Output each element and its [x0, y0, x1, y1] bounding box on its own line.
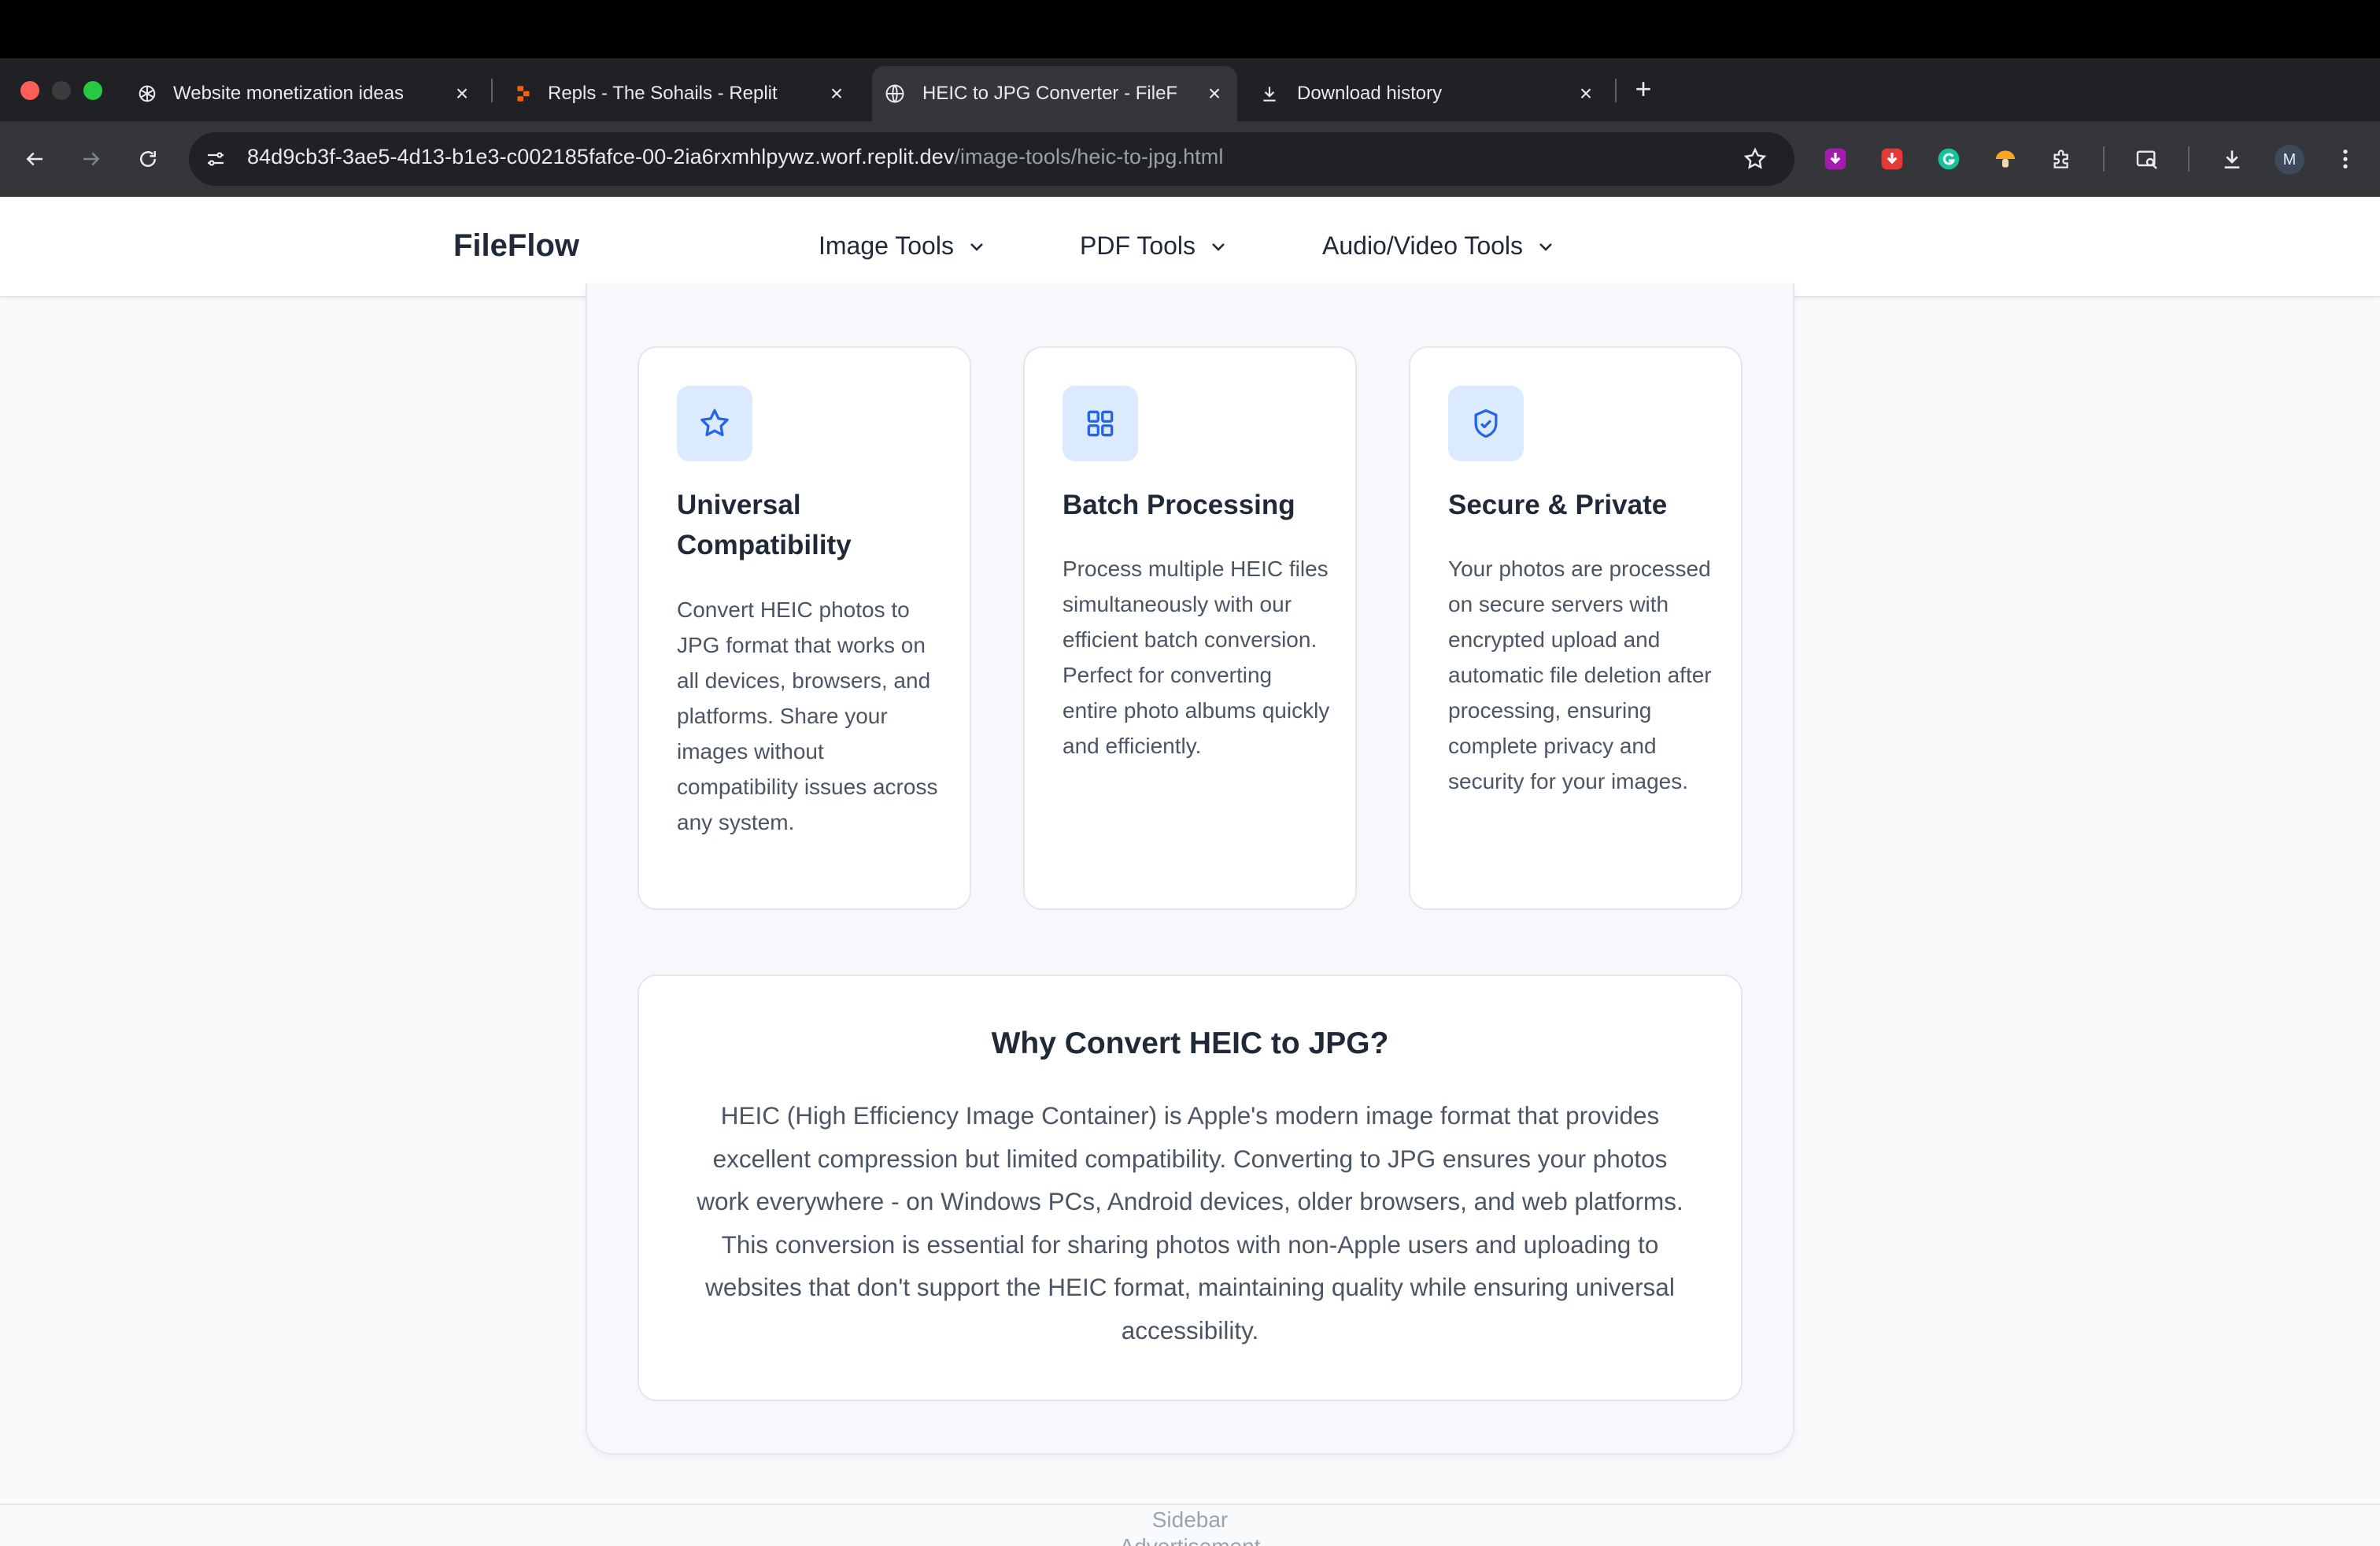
tab-title: Website monetization ideas	[173, 83, 405, 104]
tab-divider	[1615, 79, 1617, 102]
tab-download-history[interactable]: Download history ×	[1248, 66, 1610, 121]
tab-close-icon[interactable]: ×	[1574, 81, 1598, 105]
bookmark-star-icon[interactable]	[1739, 143, 1771, 175]
feature-card-secure: Secure & Private Your photos are process…	[1409, 346, 1743, 910]
back-button[interactable]	[17, 142, 52, 176]
toolbar-divider	[2103, 146, 2105, 172]
shield-check-icon	[1448, 386, 1524, 461]
profile-avatar[interactable]: M	[2275, 145, 2304, 175]
save-extension-icon[interactable]	[1876, 143, 1908, 175]
tab-title: Download history	[1297, 83, 1443, 104]
feature-description: Process multiple HEIC files simultaneous…	[1062, 557, 1330, 758]
tab-close-icon[interactable]: ×	[1203, 81, 1226, 105]
feature-description: Convert HEIC photos to JPG format that w…	[677, 597, 938, 834]
chevron-down-icon	[1208, 236, 1229, 257]
url-text[interactable]: 84d9cb3f-3ae5-4d13-b1e3-c002185fafce-00-…	[247, 145, 1223, 169]
tab-replit[interactable]: Repls - The Sohails - Replit ×	[501, 66, 863, 121]
window-close-button[interactable]	[20, 81, 39, 100]
globe-icon	[883, 82, 907, 105]
feature-title: Batch Processing	[1062, 490, 1295, 520]
new-tab-button[interactable]: +	[1629, 75, 1658, 104]
replit-icon	[512, 82, 535, 105]
toolbar-divider	[2188, 146, 2190, 172]
nav-label: Audio/Video Tools	[1322, 231, 1524, 260]
mushroom-extension-icon[interactable]	[1990, 143, 2021, 175]
downloader-extension-icon[interactable]	[1820, 143, 1851, 175]
tab-title: Repls - The Sohails - Replit	[548, 83, 778, 104]
why-title: Why Convert HEIC to JPG?	[991, 1026, 1389, 1060]
nav-audio-video-tools[interactable]: Audio/Video Tools	[1322, 231, 1556, 261]
openai-icon	[135, 82, 159, 105]
feature-description: Your photos are processed on secure serv…	[1448, 557, 1712, 793]
tab-search-icon[interactable]	[2131, 143, 2163, 175]
downloads-icon[interactable]	[2216, 143, 2248, 175]
feature-title: Secure & Private	[1448, 490, 1668, 520]
feature-card-compatibility: Universal Compatibility Convert HEIC pho…	[638, 346, 971, 910]
tab-close-icon[interactable]: ×	[825, 81, 848, 105]
nav-label: Image Tools	[819, 231, 954, 260]
grammarly-icon[interactable]	[1933, 143, 1964, 175]
ad-line-1: Sidebar	[1151, 1507, 1229, 1532]
tab-divider	[491, 79, 493, 102]
window-maximize-button[interactable]	[83, 81, 102, 100]
chevron-down-icon	[966, 236, 987, 257]
tab-title: HEIC to JPG Converter - FileF	[922, 83, 1178, 104]
nav-label: PDF Tools	[1080, 231, 1196, 260]
reload-button[interactable]	[131, 142, 165, 176]
site-info-icon[interactable]	[198, 142, 233, 176]
advertisement-label: Sidebar Advertisement	[0, 1507, 2380, 1546]
forward-button[interactable]	[74, 142, 109, 176]
download-icon	[1258, 82, 1281, 105]
ad-line-2: Advertisement	[0, 1533, 2380, 1546]
kebab-menu-icon[interactable]	[2330, 143, 2361, 175]
star-icon	[677, 386, 752, 461]
puzzle-extensions-icon[interactable]	[2046, 143, 2078, 175]
why-convert-card: Why Convert HEIC to JPG? HEIC (High Effi…	[638, 975, 1743, 1401]
nav-pdf-tools[interactable]: PDF Tools	[1080, 231, 1229, 261]
feature-title: Universal Compatibility	[677, 490, 852, 560]
tab-heic-to-jpg[interactable]: HEIC to JPG Converter - FileF ×	[872, 66, 1237, 121]
url-path: /image-tools/heic-to-jpg.html	[954, 145, 1224, 168]
tab-website-monetization[interactable]: Website monetization ideas ×	[126, 66, 488, 121]
why-body: HEIC (High Efficiency Image Container) i…	[697, 1101, 1683, 1344]
url-host: 84d9cb3f-3ae5-4d13-b1e3-c002185fafce-00-…	[247, 145, 955, 168]
chevron-down-icon	[1536, 236, 1556, 257]
nav-image-tools[interactable]: Image Tools	[819, 231, 987, 261]
grid-icon	[1062, 386, 1138, 461]
feature-card-batch: Batch Processing Process multiple HEIC f…	[1023, 346, 1357, 910]
tab-close-icon[interactable]: ×	[450, 81, 474, 105]
site-logo[interactable]: FileFlow	[453, 228, 579, 264]
top-black-strip	[0, 0, 2380, 58]
window-minimize-button[interactable]	[52, 81, 71, 100]
